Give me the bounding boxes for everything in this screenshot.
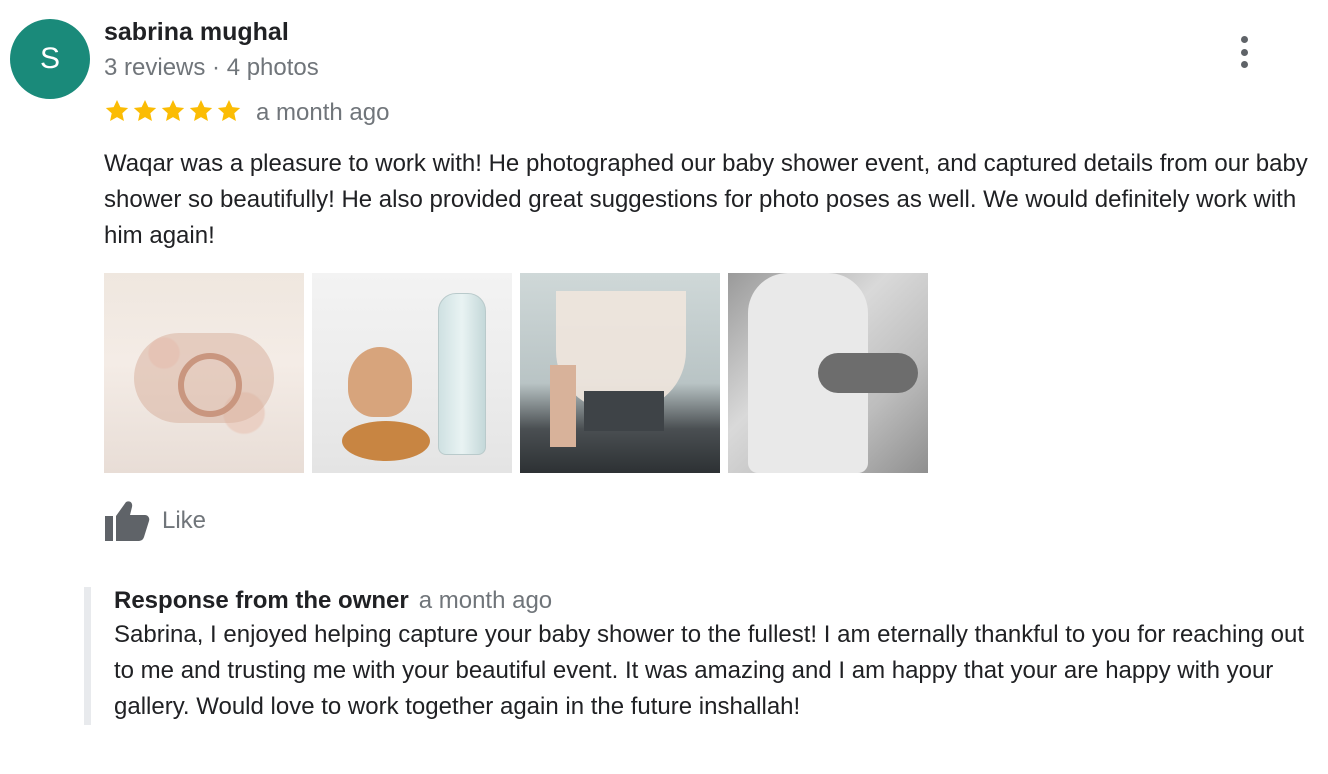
review-date: a month ago xyxy=(256,99,390,126)
star-icon xyxy=(189,99,213,121)
review-photo-4[interactable] xyxy=(728,273,928,473)
owner-response-text: Sabrina, I enjoyed helping capture your … xyxy=(114,621,1305,720)
star-rating xyxy=(104,98,242,124)
review-photo-3[interactable] xyxy=(520,273,720,473)
like-button[interactable]: Like xyxy=(104,500,206,542)
star-icon xyxy=(133,99,157,121)
more-vert-icon xyxy=(1240,36,1248,43)
review-text: Waqar was a pleasure to work with! He ph… xyxy=(104,150,1308,249)
avatar-initial: S xyxy=(39,42,60,75)
owner-response: Response from the owner a month ago Sabr… xyxy=(84,587,1328,725)
more-vert-dot xyxy=(1240,61,1248,68)
reviewer-name[interactable]: sabrina mughal xyxy=(104,18,289,47)
owner-response-title: Response from the owner xyxy=(114,587,409,614)
review-photo-2[interactable] xyxy=(312,273,512,473)
review-photo-1[interactable] xyxy=(104,273,304,473)
star-icon xyxy=(161,99,185,121)
avatar[interactable]: S xyxy=(10,19,90,99)
reviewer-meta: 3 reviews · 4 photos xyxy=(104,54,319,81)
thumbs-up-icon xyxy=(105,501,150,541)
review-photos xyxy=(104,273,928,473)
star-icon xyxy=(105,99,129,121)
owner-response-date: a month ago xyxy=(418,587,553,614)
like-label: Like xyxy=(162,507,207,534)
more-vert-dot xyxy=(1240,48,1248,56)
more-options-button[interactable] xyxy=(1228,34,1260,70)
star-icon xyxy=(217,99,241,121)
